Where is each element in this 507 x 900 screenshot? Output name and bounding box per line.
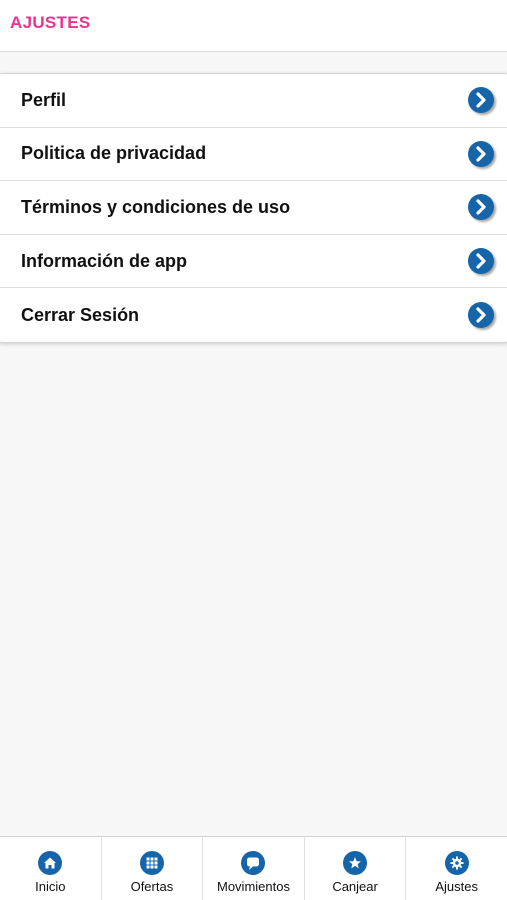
tab-label: Inicio bbox=[35, 879, 66, 894]
home-icon bbox=[38, 851, 63, 875]
tab-label: Ofertas bbox=[130, 879, 174, 894]
menu-item-terms[interactable]: Términos y condiciones de uso bbox=[0, 181, 507, 235]
menu-item-label: Información de app bbox=[21, 250, 188, 271]
settings-menu: Perfil Politica de privacidad Términos y… bbox=[0, 73, 507, 343]
chat-bubble-icon bbox=[241, 851, 266, 875]
star-icon bbox=[343, 851, 368, 875]
chevron-right-icon bbox=[468, 194, 494, 221]
tab-ofertas[interactable]: Ofertas bbox=[102, 837, 204, 900]
chevron-right-icon bbox=[468, 302, 494, 329]
tab-canjear[interactable]: Canjear bbox=[305, 837, 407, 900]
settings-screen: AJUSTES Perfil Politica de privacidad Té… bbox=[0, 0, 507, 900]
tab-label: Ajustes bbox=[435, 879, 478, 894]
menu-item-label: Términos y condiciones de uso bbox=[21, 196, 291, 217]
menu-item-app-info[interactable]: Información de app bbox=[0, 235, 507, 289]
menu-item-privacy-policy[interactable]: Politica de privacidad bbox=[0, 128, 507, 182]
page-title: AJUSTES bbox=[10, 13, 91, 32]
menu-item-label: Perfil bbox=[21, 89, 67, 110]
grid-icon bbox=[139, 851, 164, 875]
header: AJUSTES bbox=[0, 0, 507, 52]
menu-item-logout[interactable]: Cerrar Sesión bbox=[0, 288, 507, 342]
tab-label: Movimientos bbox=[217, 879, 290, 894]
gear-icon bbox=[444, 851, 469, 875]
chevron-right-icon bbox=[468, 248, 494, 275]
tab-movimientos[interactable]: Movimientos bbox=[203, 837, 305, 900]
chevron-right-icon bbox=[468, 87, 494, 114]
tab-ajustes[interactable]: Ajustes bbox=[406, 837, 507, 900]
menu-item-label: Politica de privacidad bbox=[21, 143, 207, 164]
menu-item-label: Cerrar Sesión bbox=[21, 304, 140, 325]
menu-item-perfil[interactable]: Perfil bbox=[0, 74, 507, 128]
bottom-tab-bar: Inicio Ofertas Movimientos Canjear Ajust… bbox=[0, 836, 507, 900]
tab-label: Canjear bbox=[332, 879, 378, 894]
tab-inicio[interactable]: Inicio bbox=[0, 837, 102, 900]
chevron-right-icon bbox=[468, 140, 494, 167]
